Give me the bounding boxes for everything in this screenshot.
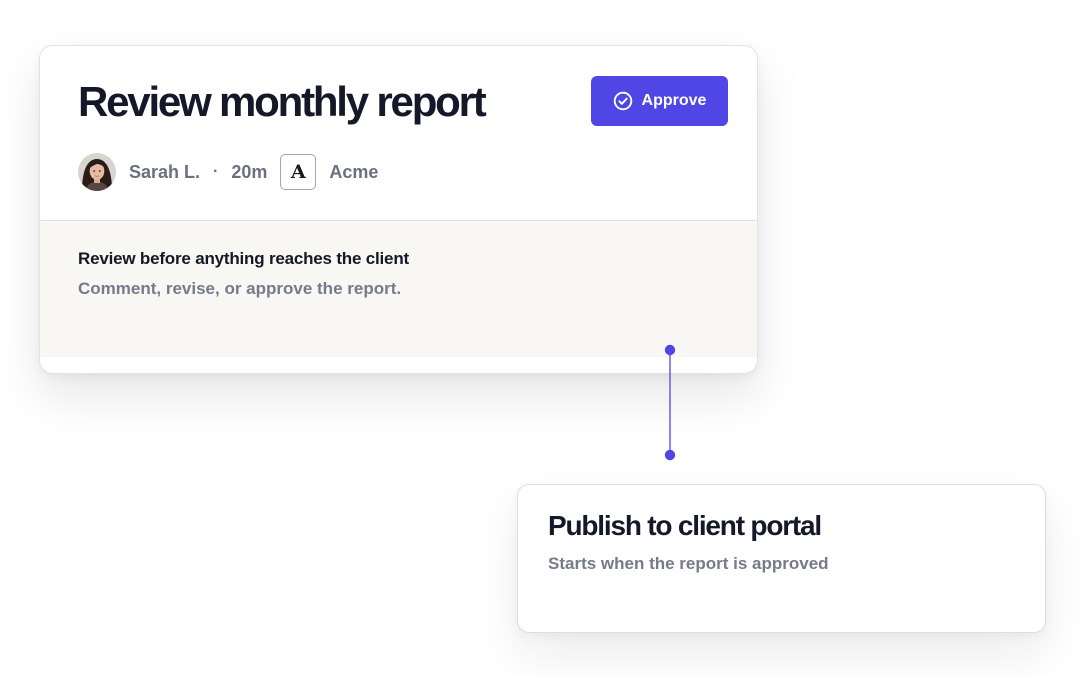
assignee-name: Sarah L. xyxy=(129,161,201,182)
avatar[interactable] xyxy=(78,153,116,191)
time-ago: 20m xyxy=(231,161,268,182)
connector-end-dot xyxy=(664,449,676,461)
connector-start-dot xyxy=(664,344,676,356)
task-card-header: Review monthly report Approve Sarah L. ·… xyxy=(40,46,757,221)
description-title: Review before anything reaches the clien… xyxy=(78,249,409,268)
approve-button[interactable]: Approve xyxy=(591,76,728,126)
org-name: Acme xyxy=(329,161,379,182)
description-text: Comment, revise, or approve the report. xyxy=(78,279,402,298)
next-step-title: Publish to client portal xyxy=(548,510,822,541)
org-logo: A xyxy=(280,154,317,190)
task-card[interactable]: Review monthly report Approve Sarah L. ·… xyxy=(39,45,758,374)
task-meta: Sarah L. · 20m A Acme xyxy=(78,153,378,191)
next-step-card[interactable]: Publish to client portal Starts when the… xyxy=(517,484,1046,633)
meta-separator: · xyxy=(213,163,219,180)
check-circle-icon xyxy=(613,91,632,111)
approve-button-label: Approve xyxy=(641,92,707,109)
task-description-panel: Review before anything reaches the clien… xyxy=(40,221,757,357)
workflow-canvas: Review monthly report Approve Sarah L. ·… xyxy=(0,0,1080,675)
step-connector xyxy=(664,344,676,461)
next-step-subtitle: Starts when the report is approved xyxy=(548,554,829,573)
task-title: Review monthly report xyxy=(78,78,487,125)
